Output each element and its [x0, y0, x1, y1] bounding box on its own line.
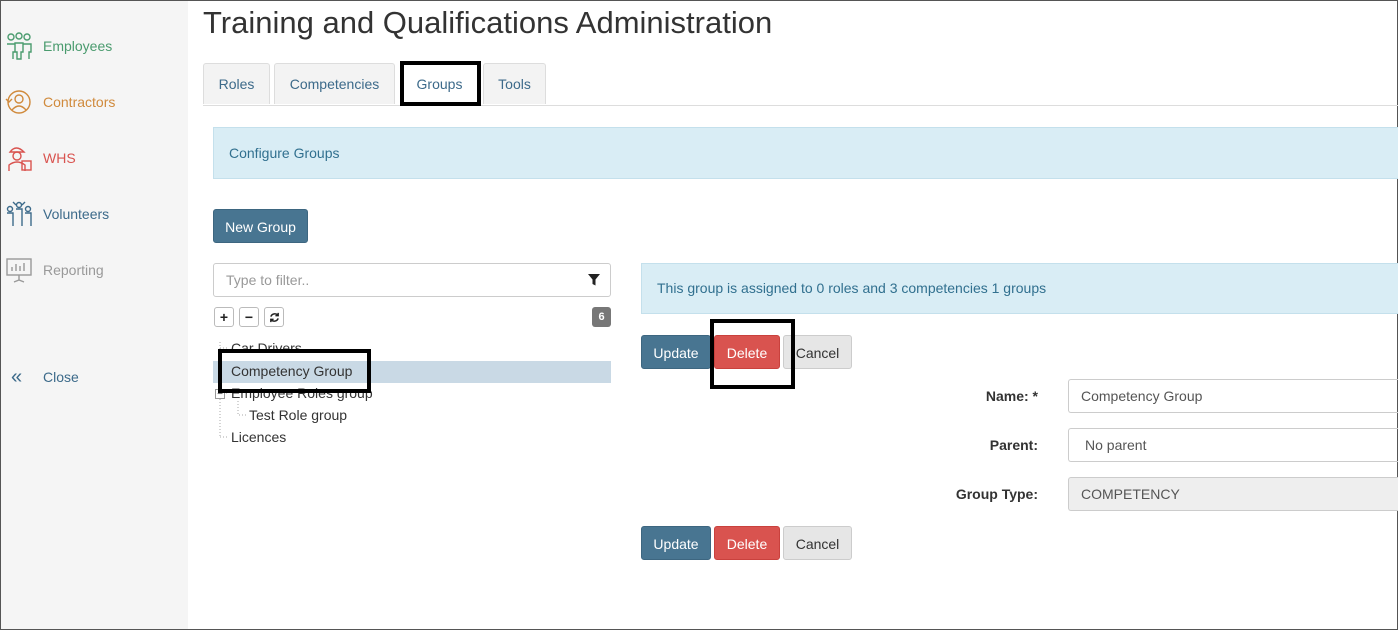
cancel-button-bottom[interactable]: Cancel [783, 526, 852, 560]
tree-node-selected[interactable]: Competency Group [231, 363, 352, 379]
tab-groups[interactable]: Groups [400, 63, 479, 105]
sidebar-item-label: Employees [43, 38, 113, 54]
sidebar-close-button[interactable]: « Close [1, 362, 188, 392]
cancel-button-top[interactable]: Cancel [783, 335, 852, 369]
assignment-info: This group is assigned to 0 roles and 3 … [641, 263, 1398, 314]
new-group-button[interactable]: New Group [213, 209, 308, 243]
reporting-icon [6, 258, 32, 283]
sidebar-item-contractors[interactable]: Contractors [1, 87, 188, 117]
page-title: Training and Qualifications Administrati… [203, 5, 773, 40]
parent-label: Parent: [989, 437, 1038, 453]
tree-filter [213, 263, 611, 297]
close-label: Close [43, 369, 79, 385]
group-type-field: COMPETENCY [1068, 477, 1398, 511]
delete-button-bottom[interactable]: Delete [714, 526, 780, 560]
double-chevron-left-icon: « [11, 366, 23, 388]
tree-node[interactable]: Employee Roles group [231, 385, 373, 401]
delete-button-top[interactable]: Delete [714, 335, 780, 369]
name-field[interactable]: Competency Group [1068, 379, 1398, 413]
sidebar-item-label: Contractors [43, 94, 116, 110]
expand-all-button[interactable]: + [214, 307, 234, 327]
group-type-label: Group Type: [955, 486, 1038, 502]
tree-collapse-toggle[interactable]: − [215, 389, 225, 400]
tab-competencies[interactable]: Competencies [274, 63, 395, 104]
tab-roles[interactable]: Roles [203, 63, 270, 104]
group-count-badge: 6 [592, 307, 611, 327]
sidebar: Employees Contractors WHS Volunteers Rep… [1, 1, 188, 629]
sidebar-item-reporting[interactable]: Reporting [1, 255, 188, 285]
update-button-bottom[interactable]: Update [641, 526, 711, 560]
volunteers-icon [6, 201, 32, 226]
sidebar-item-label: Reporting [43, 262, 104, 278]
sidebar-item-whs[interactable]: WHS [1, 143, 188, 173]
parent-select[interactable]: No parent [1068, 428, 1398, 462]
sidebar-item-label: WHS [43, 150, 76, 166]
tab-tools[interactable]: Tools [483, 63, 546, 104]
configure-banner: Configure Groups [213, 127, 1398, 179]
tab-bar: Roles Competencies Groups Tools [203, 63, 1398, 106]
update-button-top[interactable]: Update [641, 335, 711, 369]
refresh-icon [270, 312, 279, 323]
sidebar-item-employees[interactable]: Employees [1, 31, 188, 61]
filter-icon[interactable] [588, 274, 600, 286]
collapse-all-button[interactable]: − [239, 307, 259, 327]
whs-icon [8, 147, 32, 171]
tree-node[interactable]: Car Drivers [231, 340, 302, 356]
contractors-icon [5, 90, 31, 114]
tree-node[interactable]: Licences [231, 429, 286, 445]
name-label: Name: * [985, 388, 1038, 404]
sidebar-item-volunteers[interactable]: Volunteers [1, 199, 188, 229]
employees-icon [7, 32, 32, 60]
tree-node-child[interactable]: Test Role group [249, 407, 347, 423]
refresh-button[interactable] [264, 307, 284, 327]
sidebar-item-label: Volunteers [43, 206, 110, 222]
filter-input[interactable] [214, 264, 574, 296]
